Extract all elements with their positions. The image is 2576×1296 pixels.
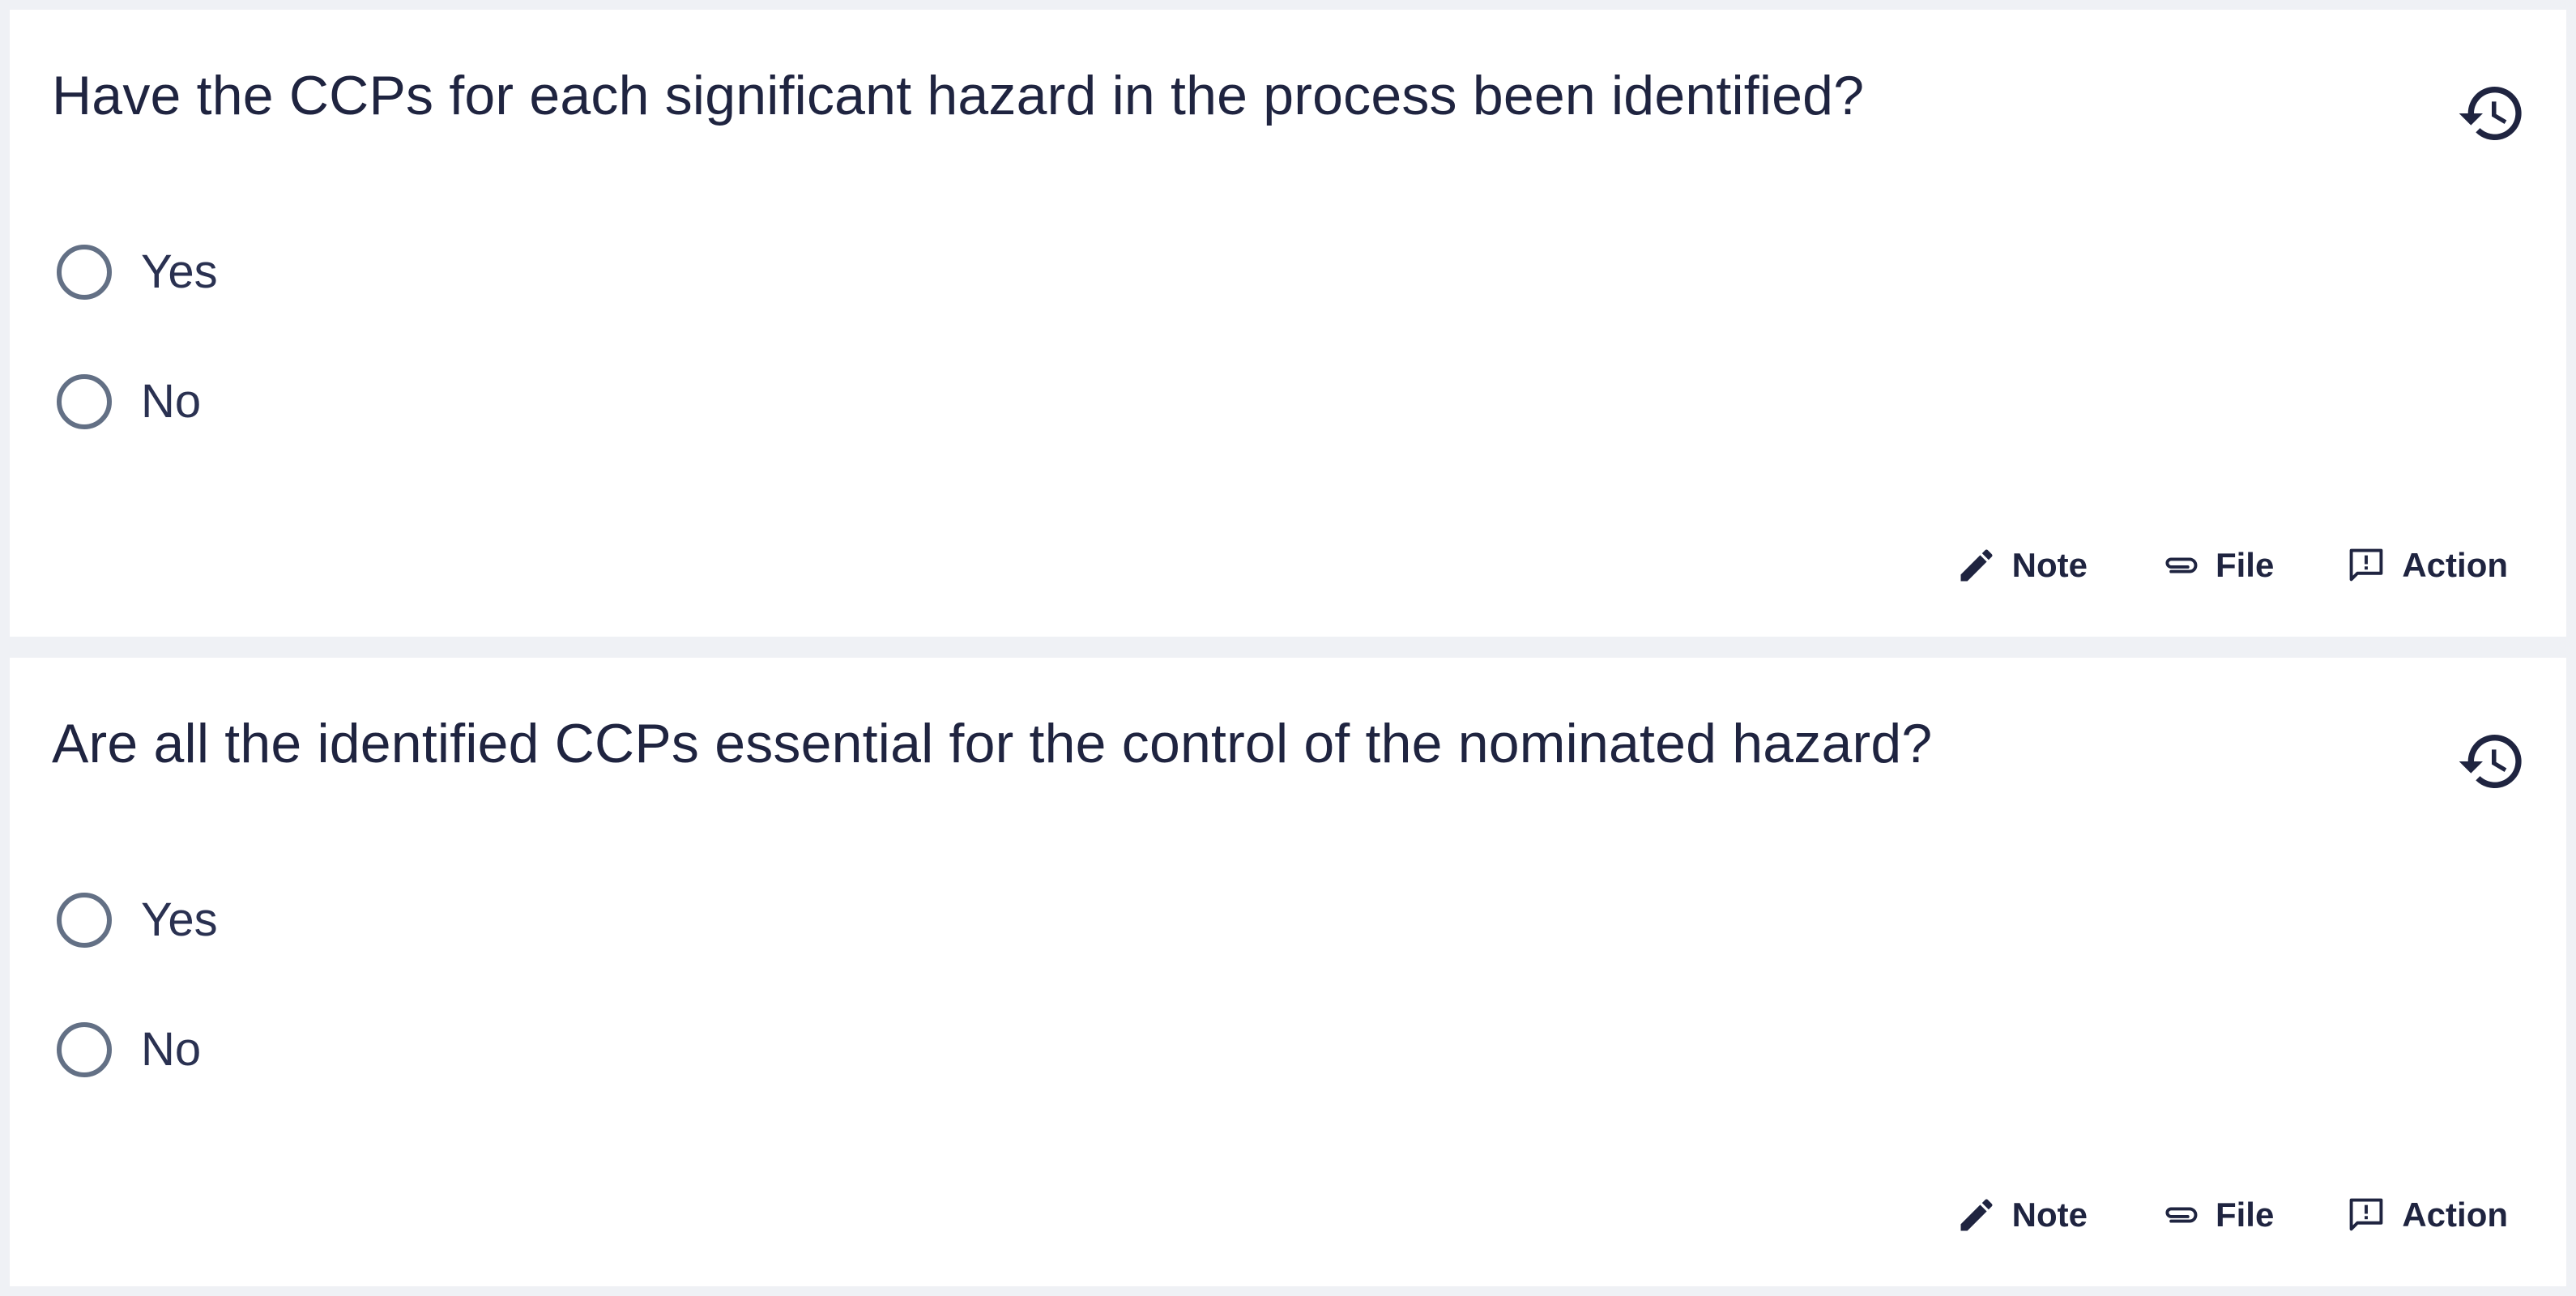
question-title: Have the CCPs for each significant hazar… — [52, 65, 1865, 126]
checklist-page: Have the CCPs for each significant hazar… — [0, 0, 2576, 1296]
feedback-icon — [2349, 548, 2383, 582]
pencil-icon — [1960, 549, 1993, 582]
file-label: File — [2215, 1196, 2275, 1234]
file-label: File — [2215, 546, 2275, 584]
option-yes[interactable]: Yes — [57, 238, 218, 306]
paperclip-icon — [2165, 1207, 2198, 1223]
radio-button[interactable] — [57, 1022, 112, 1077]
note-label: Note — [2011, 1196, 2088, 1234]
question-card: Have the CCPs for each significant hazar… — [10, 10, 2566, 637]
question-title: Are all the identified CCPs essential fo… — [52, 713, 1933, 774]
file-button[interactable]: File — [2159, 1194, 2274, 1236]
question-actions: Note File Action — [1955, 541, 2508, 590]
question-card: Are all the identified CCPs essential fo… — [10, 658, 2566, 1286]
radio-button[interactable] — [57, 245, 112, 300]
paperclip-icon — [2165, 557, 2198, 573]
option-label: No — [141, 1023, 202, 1076]
question-actions: Note File Action — [1955, 1191, 2508, 1239]
feedback-icon — [2349, 1198, 2383, 1231]
option-no[interactable]: No — [57, 1016, 201, 1084]
action-button[interactable]: Action — [2345, 1194, 2508, 1236]
file-button[interactable]: File — [2159, 544, 2274, 586]
action-label: Action — [2402, 1196, 2508, 1234]
option-label: Yes — [141, 245, 218, 298]
radio-button[interactable] — [57, 893, 112, 948]
action-label: Action — [2402, 546, 2508, 584]
history-icon — [2459, 735, 2522, 788]
history-icon[interactable] — [2456, 78, 2527, 149]
action-button[interactable]: Action — [2345, 544, 2508, 586]
radio-button[interactable] — [57, 374, 112, 429]
option-yes[interactable]: Yes — [57, 886, 218, 954]
note-button[interactable]: Note — [1955, 544, 2088, 586]
history-icon — [2459, 87, 2522, 140]
note-label: Note — [2011, 546, 2088, 584]
option-label: No — [141, 375, 202, 428]
option-no[interactable]: No — [57, 368, 201, 436]
option-label: Yes — [141, 893, 218, 946]
pencil-icon — [1960, 1199, 1993, 1231]
history-icon[interactable] — [2456, 726, 2527, 797]
note-button[interactable]: Note — [1955, 1194, 2088, 1236]
